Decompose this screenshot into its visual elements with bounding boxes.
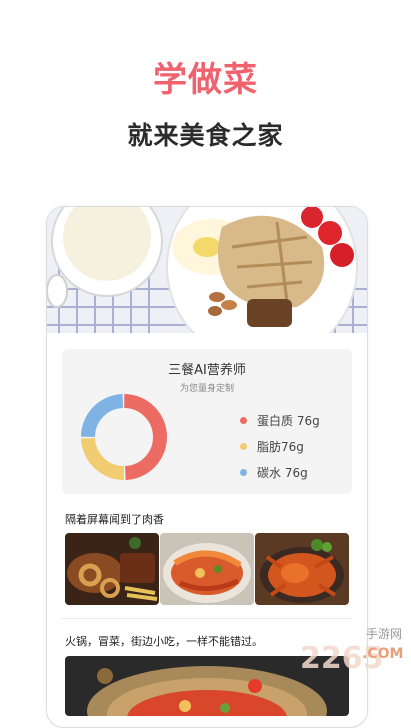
nutritionist-title: 三餐AI营养师 bbox=[168, 363, 246, 378]
svg-text:手游网: 手游网 bbox=[366, 627, 402, 641]
fat-dot bbox=[240, 442, 247, 450]
fat-label: 脂肪76g bbox=[257, 439, 304, 454]
hero-food-photo bbox=[47, 207, 367, 333]
meat-section-title: 隔着屏幕闻到了肉香 bbox=[65, 513, 164, 526]
svg-text:.COM: .COM bbox=[362, 646, 403, 662]
nutrition-donut-chart bbox=[81, 394, 167, 480]
legend-item-protein: 蛋白质 76g bbox=[240, 407, 320, 433]
subheadline: 就来美食之家 bbox=[127, 121, 284, 150]
protein-dot bbox=[240, 416, 247, 424]
carbs-label: 碳水 76g bbox=[257, 465, 308, 480]
legend-item-carbs: 碳水 76g bbox=[240, 459, 320, 485]
legend-item-fat: 脂肪76g bbox=[240, 433, 320, 459]
street-food-section-title: 火锅，冒菜，街边小吃，一样不能错过。 bbox=[65, 635, 263, 648]
carbs-dot bbox=[240, 468, 247, 476]
food-photo-lobster[interactable] bbox=[160, 533, 254, 605]
protein-label: 蛋白质 76g bbox=[257, 413, 320, 428]
food-photo-crab[interactable] bbox=[255, 533, 349, 605]
headline: 学做菜 bbox=[153, 60, 258, 100]
nutrition-legend: 蛋白质 76g 脂肪76g 碳水 76g bbox=[240, 407, 320, 485]
site-watermark-logo: 2265 手游网 .COM bbox=[300, 618, 411, 700]
food-photo-bbq[interactable] bbox=[65, 533, 159, 605]
ai-nutritionist-card[interactable]: 三餐AI营养师 为您量身定制 蛋白质 76g 脂肪76g 碳水 76g bbox=[62, 349, 352, 494]
